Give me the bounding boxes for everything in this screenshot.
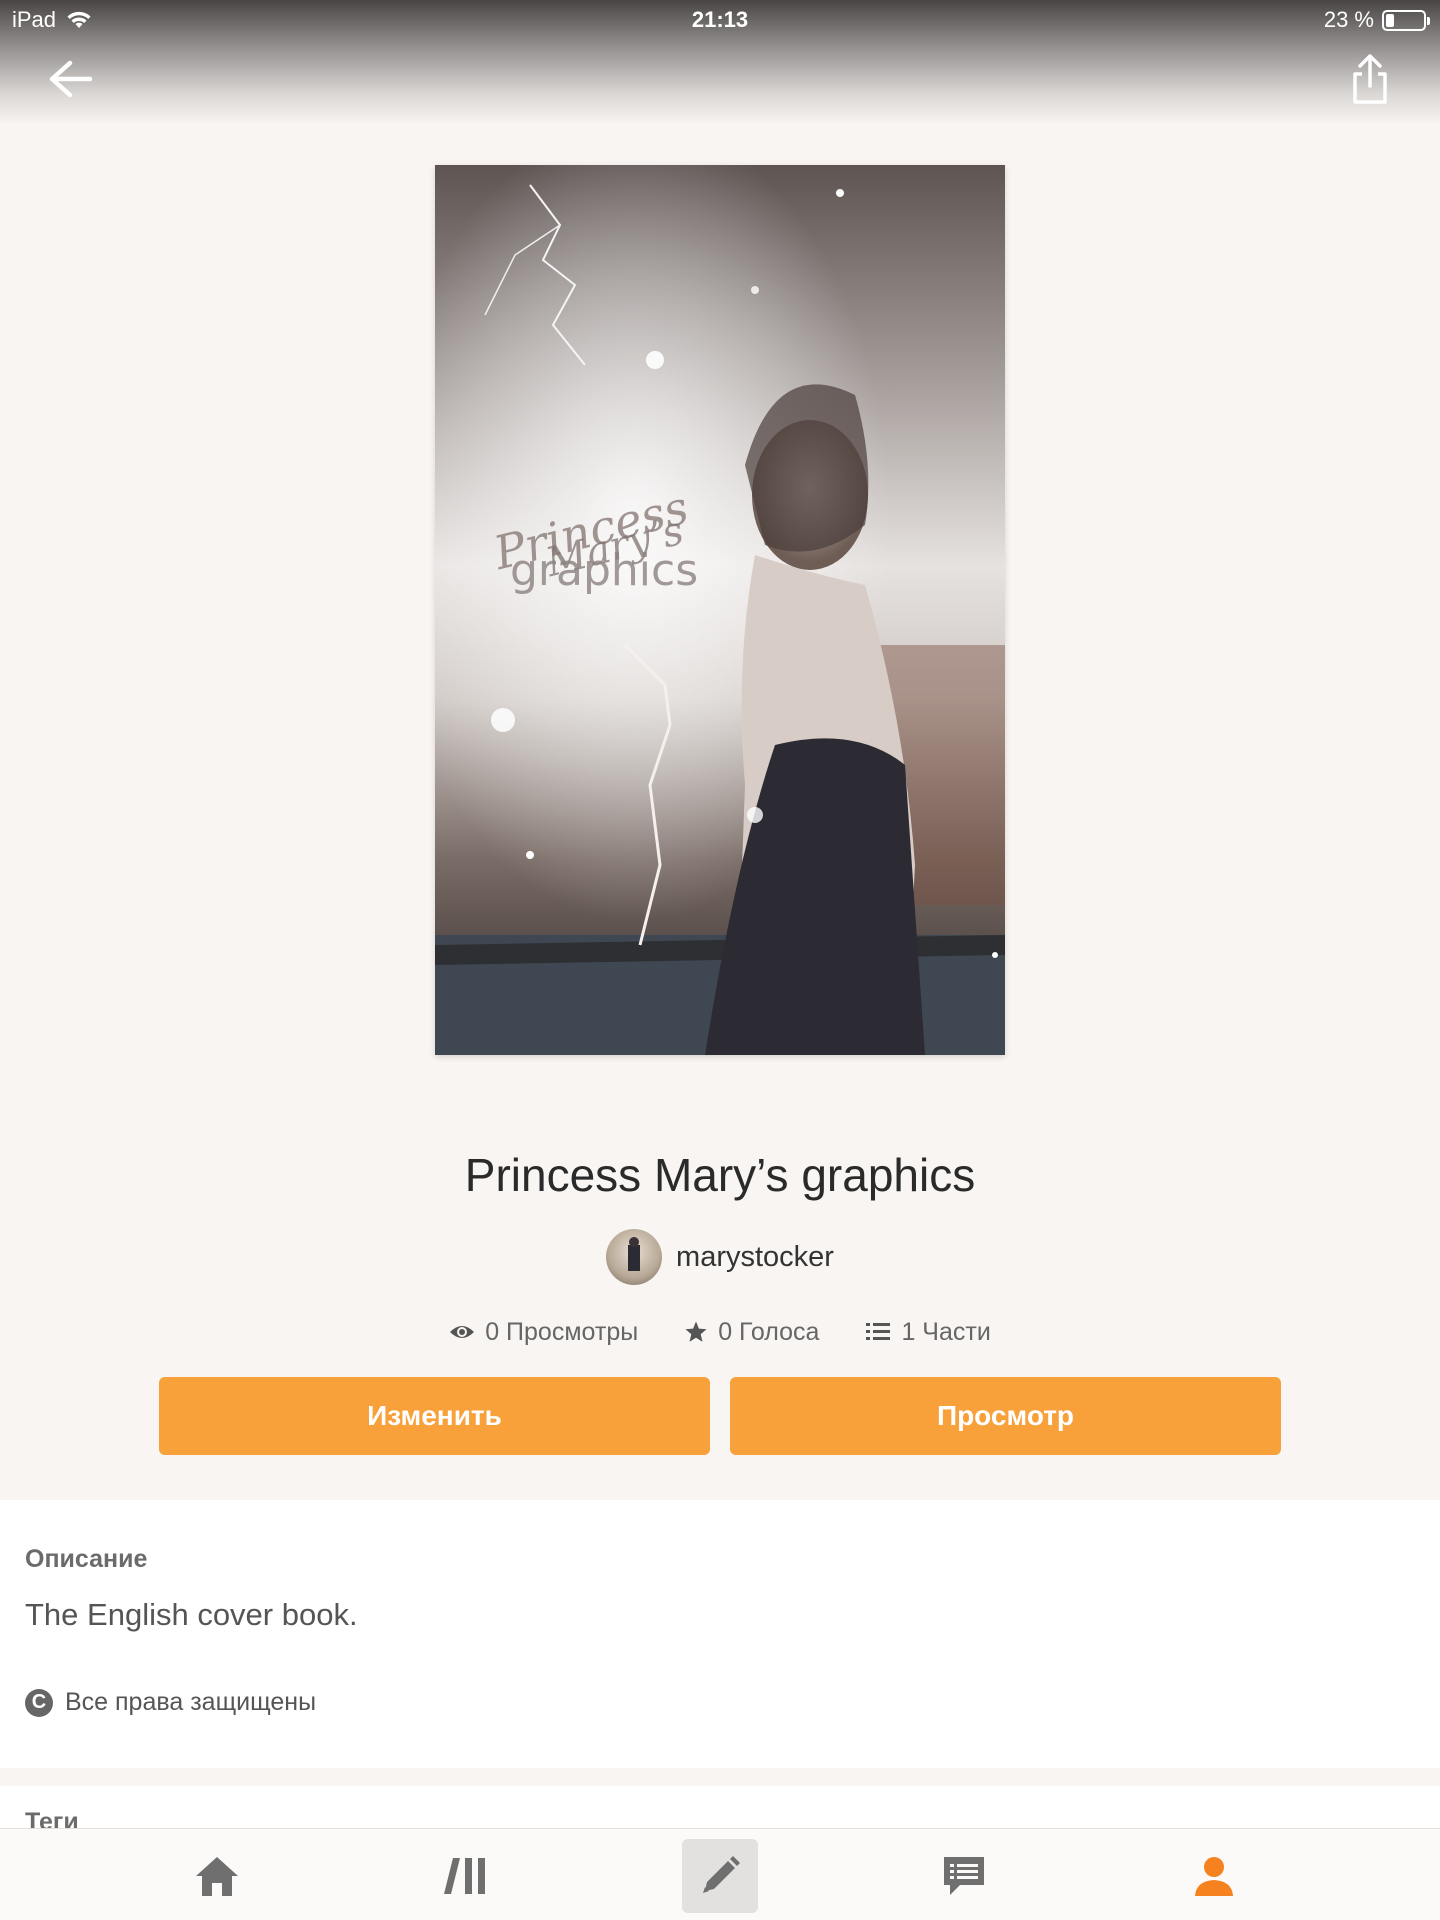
- description-section: Описание The English cover book. C Все п…: [0, 1500, 1440, 1768]
- avatar-image: [628, 1237, 641, 1271]
- profile-icon: [1195, 1857, 1233, 1896]
- description-text: The English cover book.: [25, 1597, 358, 1632]
- library-icon: [444, 1858, 485, 1894]
- copyright-row: C Все права защищены: [25, 1688, 316, 1717]
- battery-level: [1386, 13, 1394, 27]
- write-icon: [703, 1856, 740, 1893]
- stats-row: 0 Просмотры 0 Голоса 1 Части: [0, 1312, 1440, 1352]
- tab-library[interactable]: [428, 1839, 504, 1913]
- share-icon: [1353, 54, 1387, 104]
- messages-icon: [944, 1857, 984, 1895]
- author-name[interactable]: marystocker: [676, 1241, 834, 1274]
- arrow-left-icon: [49, 60, 93, 98]
- avatar: [606, 1229, 663, 1285]
- copyright-icon: C: [25, 1688, 53, 1717]
- story-cover[interactable]: Princess Mary’s graphics: [435, 165, 1005, 1055]
- list-icon: [866, 1323, 891, 1340]
- edit-button[interactable]: Изменить: [159, 1377, 710, 1455]
- cover-image: Princess Mary’s graphics: [435, 165, 1005, 1055]
- home-icon: [196, 1857, 238, 1896]
- share-button[interactable]: [1348, 52, 1392, 106]
- tab-home[interactable]: [179, 1839, 255, 1913]
- back-button[interactable]: [40, 55, 96, 103]
- views-stat: 0 Просмотры: [449, 1318, 638, 1347]
- tab-write[interactable]: [682, 1839, 758, 1913]
- battery-icon: [1382, 9, 1430, 31]
- battery-percent: 23 %: [1323, 7, 1374, 32]
- star-icon: [685, 1321, 707, 1342]
- parts-count: 1 Части: [901, 1317, 991, 1346]
- bottom-tab-bar: [0, 1828, 1440, 1920]
- story-title: Princess Mary’s graphics: [464, 1149, 976, 1201]
- status-right: 23 %: [1323, 7, 1430, 33]
- parts-stat: 1 Части: [865, 1317, 991, 1347]
- tab-messages[interactable]: [926, 1839, 1002, 1913]
- votes-stat: 0 Голоса: [684, 1318, 819, 1347]
- status-bar: iPad 21:13 23 %: [0, 0, 1440, 40]
- description-heading: Описание: [25, 1545, 148, 1573]
- view-button[interactable]: Просмотр: [730, 1377, 1281, 1455]
- author-row[interactable]: marystocker: [0, 1228, 1440, 1286]
- cover-text-graphics: graphics: [510, 545, 698, 596]
- tab-profile[interactable]: [1176, 1839, 1252, 1913]
- eye-icon: [450, 1326, 475, 1338]
- top-header: iPad 21:13 23 %: [0, 0, 1440, 125]
- votes-count: 0 Голоса: [718, 1317, 820, 1346]
- status-time: 21:13: [691, 7, 749, 32]
- copyright-text: Все права защищены: [65, 1688, 317, 1716]
- views-count: 0 Просмотры: [485, 1317, 639, 1346]
